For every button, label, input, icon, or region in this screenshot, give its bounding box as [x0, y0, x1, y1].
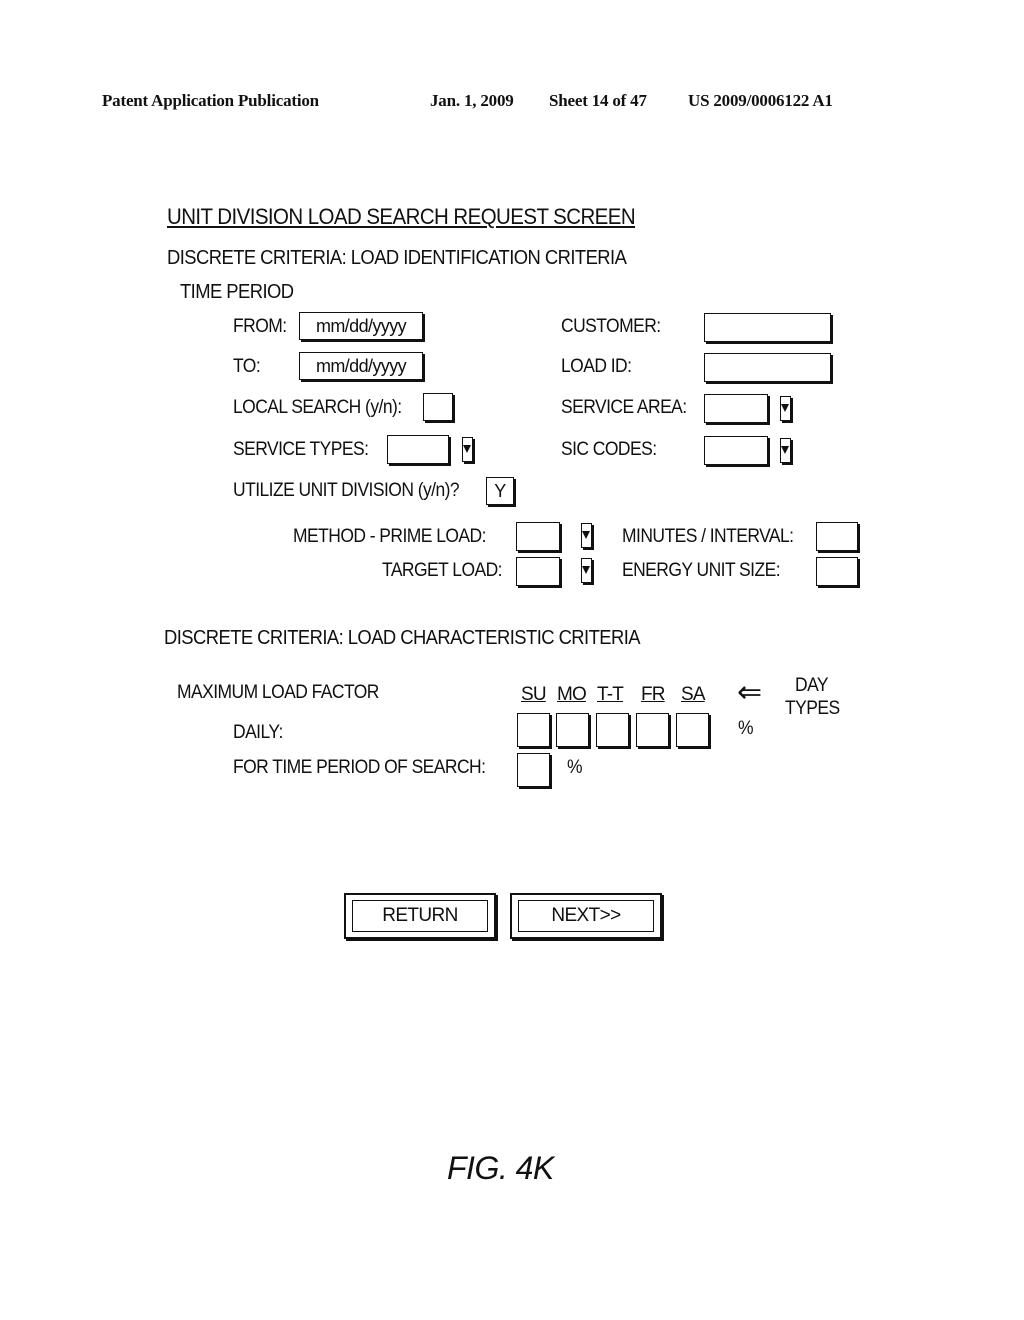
service-area-input[interactable]: [704, 394, 768, 423]
return-button[interactable]: RETURN: [344, 893, 496, 939]
service-types-value: [388, 436, 448, 463]
sic-codes-input[interactable]: [704, 436, 768, 465]
sheet-number: Sheet 14 of 47: [549, 91, 647, 110]
service-area-dropdown-icon[interactable]: [780, 396, 791, 421]
service-area-label: SERVICE AREA:: [561, 397, 687, 418]
service-types-dropdown-icon[interactable]: [462, 437, 473, 462]
next-button[interactable]: NEXT>>: [510, 893, 662, 939]
sic-codes-label: SIC CODES:: [561, 439, 657, 460]
load-id-label: LOAD ID:: [561, 356, 632, 377]
to-label: TO:: [233, 356, 261, 377]
patent-number: US 2009/0006122 A1: [688, 91, 833, 110]
method-prime-load-value: [517, 523, 559, 550]
daily-su-input[interactable]: [517, 713, 550, 747]
screen-title: UNIT DIVISION LOAD SEARCH REQUEST SCREEN: [167, 204, 636, 229]
time-period-search-input[interactable]: [517, 753, 550, 787]
publication-label: Patent Application Publication: [102, 91, 319, 110]
day-type-fr: FR: [641, 684, 666, 705]
customer-input[interactable]: [704, 313, 831, 342]
target-load-input[interactable]: [516, 557, 560, 586]
section-characteristic-heading: DISCRETE CRITERIA: LOAD CHARACTERISTIC C…: [164, 627, 641, 649]
day-type-su: SU: [521, 684, 547, 705]
time-period-percent-unit: %: [567, 757, 583, 778]
service-types-label: SERVICE TYPES:: [233, 439, 369, 460]
load-id-value: [705, 354, 830, 381]
publication-date: Jan. 1, 2009: [430, 91, 514, 110]
target-load-dropdown-icon[interactable]: [581, 558, 592, 583]
local-search-value: [424, 394, 452, 420]
local-search-input[interactable]: [423, 393, 453, 421]
energy-unit-size-input[interactable]: [816, 557, 858, 586]
left-arrow-icon: ⇐: [737, 676, 763, 709]
minutes-interval-input[interactable]: [816, 522, 858, 551]
energy-unit-size-value: [817, 558, 857, 585]
day-type-t-t: T-T: [597, 684, 624, 705]
daily-sa-input[interactable]: [676, 713, 709, 747]
local-search-label: LOCAL SEARCH (y/n):: [233, 397, 402, 418]
day-type-sa: SA: [681, 684, 706, 705]
minutes-interval-value: [817, 523, 857, 550]
method-prime-load-dropdown-icon[interactable]: [581, 523, 592, 548]
sic-codes-value: [705, 437, 767, 464]
customer-value: [705, 314, 830, 341]
minutes-interval-label: MINUTES / INTERVAL:: [622, 526, 794, 547]
time-period-label: TIME PERIOD: [180, 281, 294, 303]
target-load-label: TARGET LOAD:: [382, 560, 503, 581]
day-types-label-line1: DAY: [795, 675, 829, 696]
figure-label: FIG. 4K: [447, 1150, 554, 1186]
utilize-unit-division-value: Y: [494, 480, 506, 501]
day-type-mo: MO: [557, 684, 587, 705]
max-load-factor-label: MAXIMUM LOAD FACTOR: [177, 682, 379, 703]
day-types-label-line2: TYPES: [785, 698, 840, 719]
to-date-value: mm/dd/yyyy: [315, 355, 407, 376]
customer-label: CUSTOMER:: [561, 316, 661, 337]
to-date-input[interactable]: mm/dd/yyyy: [299, 352, 423, 380]
daily-label: DAILY:: [233, 722, 283, 743]
from-label: FROM:: [233, 316, 287, 337]
service-types-input[interactable]: [387, 435, 449, 464]
method-prime-load-input[interactable]: [516, 522, 560, 551]
daily-t-t-input[interactable]: [596, 713, 629, 747]
daily-percent-unit: %: [738, 718, 754, 739]
time-period-search-label: FOR TIME PERIOD OF SEARCH:: [233, 757, 486, 778]
from-date-value: mm/dd/yyyy: [315, 315, 407, 336]
return-button-label: RETURN: [352, 900, 488, 932]
daily-mo-input[interactable]: [556, 713, 589, 747]
service-area-value: [705, 395, 767, 422]
load-id-input[interactable]: [704, 353, 831, 382]
next-button-label: NEXT>>: [518, 900, 654, 932]
section-identification-heading: DISCRETE CRITERIA: LOAD IDENTIFICATION C…: [167, 247, 627, 269]
daily-fr-input[interactable]: [636, 713, 669, 747]
energy-unit-size-label: ENERGY UNIT SIZE:: [622, 560, 781, 581]
sic-codes-dropdown-icon[interactable]: [780, 438, 791, 463]
utilize-unit-division-input[interactable]: Y: [486, 477, 514, 505]
target-load-value: [517, 558, 559, 585]
utilize-unit-division-label: UTILIZE UNIT DIVISION (y/n)?: [233, 480, 460, 501]
from-date-input[interactable]: mm/dd/yyyy: [299, 312, 423, 340]
method-prime-load-label: METHOD - PRIME LOAD:: [293, 526, 486, 547]
